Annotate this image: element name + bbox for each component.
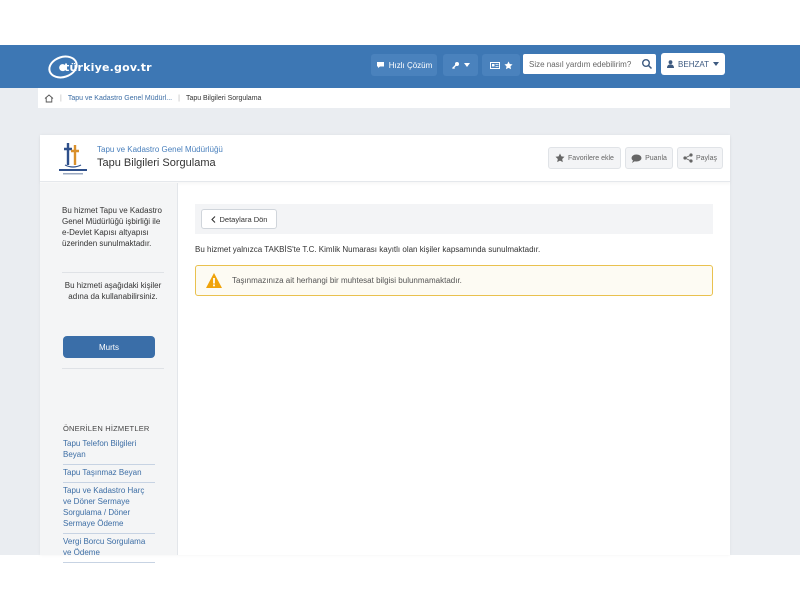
sidebar-divider <box>62 272 164 273</box>
speech-bubble-icon <box>631 154 642 163</box>
institution-logo-icon <box>59 143 87 175</box>
share-button[interactable]: Paylaş <box>677 147 723 169</box>
breadcrumb-separator: | <box>60 94 62 102</box>
recommended-service-link[interactable]: Tapu Taşınmaz Beyan <box>63 465 155 483</box>
recommended-service-link[interactable]: Vergi Borcu Sorgulama ve Ödeme <box>63 534 155 563</box>
back-to-details-button[interactable]: Detaylara Dön <box>201 209 277 229</box>
service-sidebar: Bu hizmet Tapu ve Kadastro Genel Müdürlü… <box>40 183 178 563</box>
service-provider-info: Bu hizmet Tapu ve Kadastro Genel Müdürlü… <box>62 206 162 248</box>
quick-solution-label: Hızlı Çözüm <box>388 60 433 70</box>
rate-button[interactable]: Puanla <box>625 147 673 169</box>
chat-bubble-icon <box>376 62 384 68</box>
warning-message: Taşınmazınıza ait herhangi bir muhtesat … <box>232 276 462 285</box>
service-title: Tapu Bilgileri Sorgulama <box>97 157 216 169</box>
logo-mark-icon <box>45 51 81 83</box>
add-favorite-label: Favorilere ekle <box>568 154 614 162</box>
star-icon <box>555 153 565 163</box>
user-icon <box>667 60 675 68</box>
e-signature-menu-button[interactable] <box>443 54 478 76</box>
sidebar-divider <box>62 368 164 369</box>
id-card-favorites-button[interactable] <box>482 54 520 76</box>
service-header: Tapu ve Kadastro Genel Müdürlüğü Tapu Bi… <box>40 135 730 182</box>
user-name: BEHZAT <box>678 59 709 69</box>
breadcrumb: | Tapu ve Kadastro Genel Müdürl... | Tap… <box>38 88 730 108</box>
add-favorite-button[interactable]: Favorilere ekle <box>548 147 621 169</box>
search-icon[interactable] <box>641 58 653 70</box>
warning-alert: Taşınmazınıza ait herhangi bir muhtesat … <box>195 265 713 296</box>
share-icon <box>683 153 693 163</box>
search-input[interactable] <box>523 54 639 74</box>
proxy-person-button[interactable]: Murts <box>63 336 155 358</box>
institution-name[interactable]: Tapu ve Kadastro Genel Müdürlüğü <box>97 145 223 154</box>
proxy-usage-note: Bu hizmeti aşağıdaki kişiler adına da ku… <box>64 281 162 301</box>
site-logo[interactable]: türkiye.gov.tr <box>45 51 152 83</box>
user-menu-button[interactable]: BEHZAT <box>661 53 725 75</box>
breadcrumb-item-institution[interactable]: Tapu ve Kadastro Genel Müdürl... <box>68 95 172 102</box>
quick-solution-button[interactable]: Hızlı Çözüm <box>371 54 437 76</box>
id-card-icon <box>489 61 500 69</box>
service-scope-info: Bu hizmet yalnızca TAKBİS'te T.C. Kimlik… <box>195 245 541 254</box>
key-icon <box>452 61 459 69</box>
back-to-details-label: Detaylara Dön <box>219 214 268 224</box>
caret-down-icon <box>712 62 719 66</box>
recommended-service-link[interactable]: Tapu Telefon Bilgileri Beyan <box>63 436 155 465</box>
share-label: Paylaş <box>695 154 717 162</box>
caret-down-icon <box>464 63 470 67</box>
breadcrumb-separator: | <box>178 94 180 102</box>
rate-label: Puanla <box>645 154 667 162</box>
home-icon[interactable] <box>44 93 54 103</box>
page: türkiye.gov.tr Hızlı Çözüm BEHZAT | Tapu… <box>0 0 800 600</box>
recommended-service-link[interactable]: Tapu ve Kadastro Harç ve Döner Sermaye S… <box>63 483 155 534</box>
breadcrumb-item-current: Tapu Bilgileri Sorgulama <box>185 94 262 102</box>
recommended-services-list: Tapu Telefon Bilgileri Beyan Tapu Taşınm… <box>63 436 155 563</box>
star-icon <box>503 60 513 69</box>
search-box <box>523 54 656 74</box>
service-card: Tapu ve Kadastro Genel Müdürlüğü Tapu Bi… <box>40 135 730 563</box>
chevron-left-icon <box>210 215 215 223</box>
recommended-services-title: ÖNERİLEN HİZMETLER <box>63 424 150 433</box>
warning-triangle-icon <box>206 273 222 288</box>
